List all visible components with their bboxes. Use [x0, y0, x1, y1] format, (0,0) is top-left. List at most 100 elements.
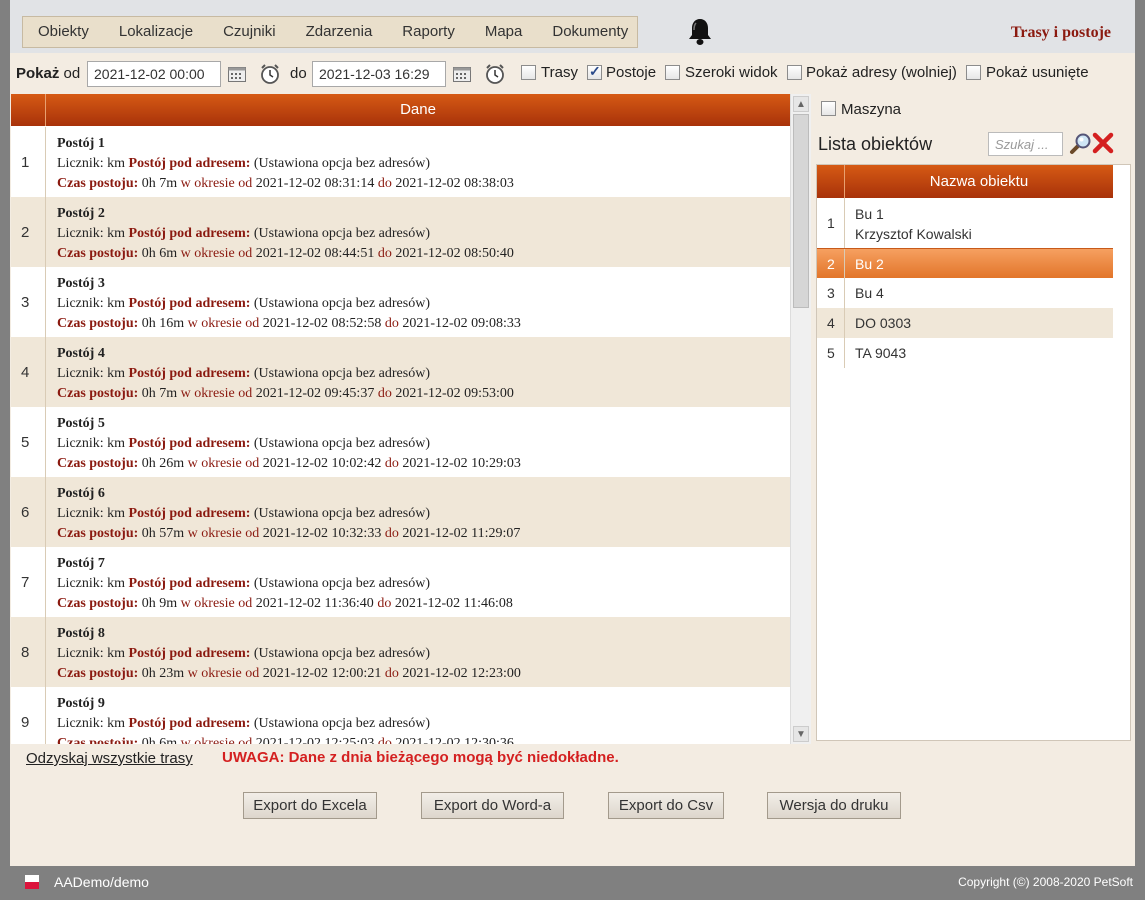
clear-search-icon[interactable]	[1092, 132, 1114, 154]
stop-address-line: Licznik: km Postój pod adresem: (Ustawio…	[57, 366, 430, 381]
row-content: Postój 1 Licznik: km Postój pod adresem: …	[46, 127, 790, 197]
export-csv-button[interactable]: Export do Csv	[608, 792, 724, 819]
object-number: 1	[817, 198, 845, 248]
row-number: 8	[11, 617, 46, 687]
object-owner: Krzysztof Kowalski	[855, 226, 972, 242]
object-name-column-header: Nazwa obiektu	[845, 165, 1113, 198]
table-row[interactable]: 6 Postój 6 Licznik: km Postój pod adresem:…	[11, 477, 790, 547]
menu-item-obiekty[interactable]: Obiekty	[23, 17, 104, 47]
object-list-item[interactable]: 5 TA 9043	[817, 338, 1113, 368]
scroll-up-arrow-icon[interactable]: ▲	[793, 96, 809, 112]
stop-title: Postój 6	[57, 486, 105, 501]
object-name: Bu 4	[855, 285, 884, 301]
stop-title: Postój 5	[57, 416, 105, 431]
date-to-input[interactable]	[312, 61, 446, 87]
top-bar: Obiekty Lokalizacje Czujniki Zdarzenia R…	[10, 0, 1135, 53]
data-rows: 1 Postój 1 Licznik: km Postój pod adresem:…	[11, 127, 790, 744]
row-content: Postój 4 Licznik: km Postój pod adresem: …	[46, 337, 790, 407]
row-number: 9	[11, 687, 46, 744]
export-excel-button[interactable]: Export do Excela	[243, 792, 377, 819]
object-number: 2	[817, 249, 845, 278]
checkbox-trasy[interactable]	[521, 65, 536, 80]
object-name: DO 0303	[855, 315, 912, 331]
alarm-clock-icon[interactable]	[259, 63, 281, 85]
table-row[interactable]: 3 Postój 3 Licznik: km Postój pod adresem:…	[11, 267, 790, 337]
user-label: AADemo/demo	[54, 874, 149, 890]
row-content: Postój 8 Licznik: km Postój pod adresem: …	[46, 617, 790, 687]
row-content: Postój 5 Licznik: km Postój pod adresem: …	[46, 407, 790, 477]
warning-message: UWAGA: Dane z dnia bieżącego mogą być ni…	[222, 749, 619, 766]
data-scrollbar[interactable]: ▲ ▼	[790, 94, 811, 744]
stop-address-line: Licznik: km Postój pod adresem: (Ustawio…	[57, 296, 430, 311]
date-from-input[interactable]	[87, 61, 221, 87]
menu-item-dokumenty[interactable]: Dokumenty	[537, 17, 643, 47]
show-label: Pokaż od	[16, 65, 81, 82]
stop-time-line: Czas postoju: 0h 7m w okresie od 2021-12…	[57, 386, 514, 401]
table-row[interactable]: 9 Postój 9 Licznik: km Postój pod adresem:…	[11, 687, 790, 744]
object-name: Bu 2	[855, 256, 884, 272]
stop-time-line: Czas postoju: 0h 7m w okresie od 2021-12…	[57, 176, 514, 191]
object-list-item[interactable]: 4 DO 0303	[817, 308, 1113, 338]
table-row[interactable]: 5 Postój 5 Licznik: km Postój pod adresem:…	[11, 407, 790, 477]
checkbox-maszyna-label: Maszyna	[841, 101, 902, 118]
checkbox-pokaz-adresy[interactable]	[787, 65, 802, 80]
menu-item-zdarzenia[interactable]: Zdarzenia	[291, 17, 388, 47]
object-list-item[interactable]: 3 Bu 4	[817, 278, 1113, 308]
menu-item-lokalizacje[interactable]: Lokalizacje	[104, 17, 208, 47]
row-number: 4	[11, 337, 46, 407]
object-rows: 1 Bu 1 Krzysztof Kowalski 2 Bu 2 3 Bu 4 4 DO 030…	[817, 198, 1130, 368]
checkbox-trasy-label: Trasy	[541, 64, 578, 81]
calendar-icon[interactable]	[453, 66, 471, 82]
table-row[interactable]: 8 Postój 8 Licznik: km Postój pod adresem:…	[11, 617, 790, 687]
table-row[interactable]: 4 Postój 4 Licznik: km Postój pod adresem:…	[11, 337, 790, 407]
object-list-item[interactable]: 2 Bu 2	[817, 248, 1113, 278]
stop-address-line: Licznik: km Postój pod adresem: (Ustawio…	[57, 646, 430, 661]
alarm-clock-icon[interactable]	[484, 63, 506, 85]
table-row[interactable]: 1 Postój 1 Licznik: km Postój pod adresem:…	[11, 127, 790, 197]
recover-routes-link[interactable]: Odzyskaj wszystkie trasy	[26, 750, 193, 767]
export-word-button[interactable]: Export do Word-a	[421, 792, 564, 819]
to-label: do	[290, 65, 307, 82]
table-row[interactable]: 2 Postój 2 Licznik: km Postój pod adresem:…	[11, 197, 790, 267]
calendar-icon[interactable]	[228, 66, 246, 82]
app-window: Obiekty Lokalizacje Czujniki Zdarzenia R…	[10, 0, 1135, 866]
number-column-header	[11, 94, 46, 126]
filter-bar: Pokaż od do Trasy Postoje Szeroki	[10, 58, 1135, 90]
menu-item-raporty[interactable]: Raporty	[387, 17, 470, 47]
object-list-header: Nazwa obiektu	[817, 165, 1130, 198]
object-name-cell: Bu 2	[845, 249, 1113, 278]
checkbox-szeroki-widok[interactable]	[665, 65, 680, 80]
bell-icon[interactable]	[686, 17, 714, 47]
scrollbar-thumb[interactable]	[793, 114, 809, 308]
row-content: Postój 7 Licznik: km Postój pod adresem: …	[46, 547, 790, 617]
object-name-cell: Bu 1 Krzysztof Kowalski	[845, 198, 1113, 248]
checkbox-szeroki-widok-label: Szeroki widok	[685, 64, 778, 81]
stop-title: Postój 9	[57, 696, 105, 711]
row-number: 1	[11, 127, 46, 197]
checkbox-postoje[interactable]	[587, 63, 602, 80]
data-column-header: Dane	[46, 94, 790, 126]
menu-item-mapa[interactable]: Mapa	[470, 17, 538, 47]
object-name-cell: Bu 4	[845, 278, 1113, 308]
search-icon[interactable]	[1068, 132, 1092, 156]
checkbox-pokaz-usuniete[interactable]	[966, 65, 981, 80]
polish-flag-icon[interactable]	[25, 875, 39, 889]
checkbox-maszyna[interactable]	[821, 101, 836, 116]
stop-title: Postój 8	[57, 626, 105, 641]
print-version-button[interactable]: Wersja do druku	[767, 792, 901, 819]
table-row[interactable]: 7 Postój 7 Licznik: km Postój pod adresem:…	[11, 547, 790, 617]
object-number: 5	[817, 338, 845, 368]
menu-item-czujniki[interactable]: Czujniki	[208, 17, 291, 47]
checkbox-pokaz-adresy-label: Pokaż adresy (wolniej)	[806, 64, 957, 81]
page-title: Trasy i postoje	[1010, 24, 1111, 41]
object-number: 4	[817, 308, 845, 338]
data-table: Dane 1 Postój 1 Licznik: km Postój pod adr…	[11, 94, 811, 744]
object-list-item[interactable]: 1 Bu 1 Krzysztof Kowalski	[817, 198, 1113, 248]
checkbox-postoje-label: Postoje	[606, 64, 657, 81]
object-list-table: Nazwa obiektu 1 Bu 1 Krzysztof Kowalski 2 Bu…	[816, 164, 1131, 741]
scroll-down-arrow-icon[interactable]: ▼	[793, 726, 809, 742]
object-name: Bu 1	[855, 206, 884, 222]
object-number-column-header	[817, 165, 845, 198]
object-search-input[interactable]	[988, 132, 1063, 156]
stop-time-line: Czas postoju: 0h 16m w okresie od 2021-1…	[57, 316, 521, 331]
